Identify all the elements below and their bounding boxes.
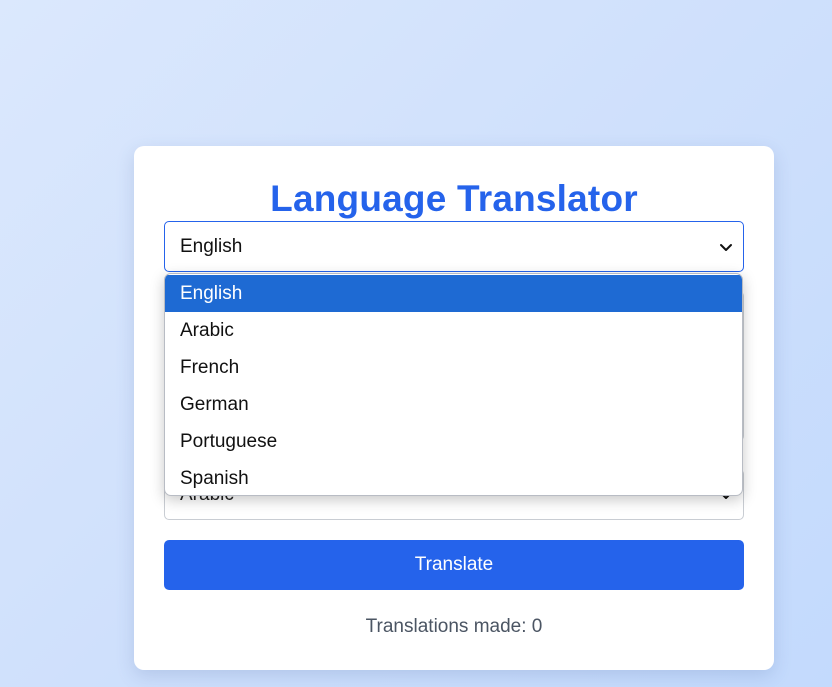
translate-button[interactable]: Translate — [164, 540, 744, 590]
language-dropdown-list: English Arabic French German Portuguese … — [164, 273, 743, 496]
dropdown-option-spanish[interactable]: Spanish — [165, 460, 742, 495]
source-language-select[interactable]: English — [164, 221, 744, 272]
translations-counter: Translations made: 0 — [365, 616, 543, 637]
dropdown-option-german[interactable]: German — [165, 386, 742, 423]
chevron-down-icon — [720, 243, 732, 251]
dropdown-option-english[interactable]: English — [165, 275, 742, 312]
page-title: Language Translator — [270, 178, 638, 219]
dropdown-option-french[interactable]: French — [165, 349, 742, 386]
dropdown-option-portuguese[interactable]: Portuguese — [165, 423, 742, 460]
dropdown-option-arabic[interactable]: Arabic — [165, 312, 742, 349]
source-language-value: English — [180, 235, 243, 257]
